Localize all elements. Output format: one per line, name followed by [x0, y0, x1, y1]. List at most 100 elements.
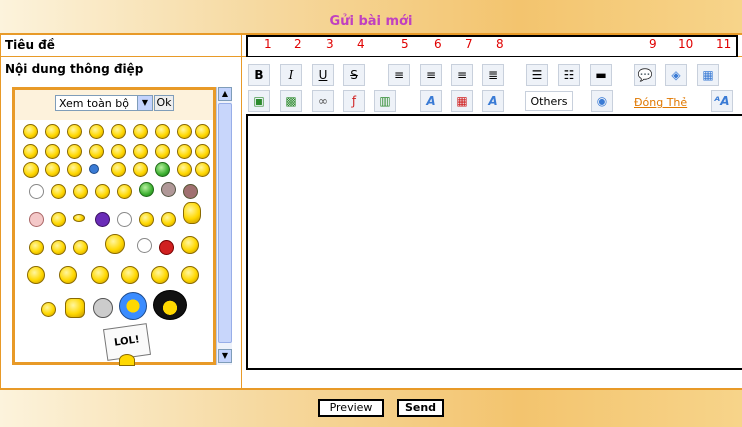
- others-button[interactable]: Others: [525, 91, 573, 111]
- smiley-icon[interactable]: [51, 212, 66, 227]
- table-button[interactable]: ▦: [697, 64, 719, 86]
- smiley-icon[interactable]: [155, 124, 170, 139]
- align-center-button[interactable]: ≡: [420, 64, 442, 86]
- pig-icon[interactable]: [29, 212, 44, 227]
- smiley-icon[interactable]: [117, 184, 132, 199]
- book-icon[interactable]: [65, 298, 85, 318]
- smiley-icon[interactable]: [155, 144, 170, 159]
- justify-button[interactable]: ≣: [482, 64, 504, 86]
- font-size-button[interactable]: A: [482, 90, 504, 112]
- send-button[interactable]: Send: [397, 399, 444, 417]
- italic-button[interactable]: I: [280, 64, 302, 86]
- santa-icon[interactable]: [181, 236, 199, 254]
- numbered-list-button[interactable]: ☷: [558, 64, 580, 86]
- smiley-icon[interactable]: [67, 124, 82, 139]
- smiley-icon[interactable]: [23, 124, 38, 139]
- code-button[interactable]: ◈: [665, 64, 687, 86]
- smiley-icon[interactable]: [67, 162, 82, 177]
- smiley-icon[interactable]: [29, 240, 44, 255]
- star-icon[interactable]: [89, 164, 99, 174]
- bullet-list-button[interactable]: ☰: [526, 64, 548, 86]
- smiley-icon[interactable]: [111, 144, 126, 159]
- message-editor[interactable]: [246, 114, 742, 370]
- smiley-icon[interactable]: [95, 212, 110, 227]
- reindeer-icon[interactable]: [27, 266, 45, 284]
- smiley-icon[interactable]: [155, 162, 170, 177]
- preview-button[interactable]: Preview: [318, 399, 384, 417]
- close-tags-link[interactable]: Đóng Thẻ: [634, 96, 687, 109]
- smiley-icon[interactable]: [177, 144, 192, 159]
- smiley-icon[interactable]: [23, 144, 38, 159]
- align-right-button[interactable]: ≡: [451, 64, 473, 86]
- align-left-button[interactable]: ≡: [388, 64, 410, 86]
- smiley-icon[interactable]: [51, 240, 66, 255]
- smiley-icon[interactable]: [45, 162, 60, 177]
- smiley-icon[interactable]: [195, 124, 210, 139]
- smiley-icon[interactable]: [67, 144, 82, 159]
- help-button[interactable]: ◉: [591, 90, 613, 112]
- underline-button[interactable]: U: [312, 64, 334, 86]
- link-button[interactable]: ∞: [312, 90, 334, 112]
- smiley-icon[interactable]: [95, 184, 110, 199]
- smiley-icon[interactable]: [133, 124, 148, 139]
- smiley-ok-button[interactable]: Ok: [154, 95, 174, 111]
- lips-icon[interactable]: [73, 214, 85, 222]
- sun-icon[interactable]: [105, 234, 125, 254]
- horizontal-rule-button[interactable]: ▬: [590, 64, 612, 86]
- smiley-icon[interactable]: [119, 354, 135, 366]
- smiley-icon[interactable]: [195, 144, 210, 159]
- insert-picture-button[interactable]: ▩: [280, 90, 302, 112]
- sleepy-icon[interactable]: [73, 240, 88, 255]
- afro-icon[interactable]: [153, 290, 187, 320]
- smiley-icon[interactable]: [91, 266, 109, 284]
- remove-format-icon: ᴬA: [714, 94, 730, 108]
- smiley-icon[interactable]: [51, 184, 66, 199]
- smiley-icon[interactable]: [89, 124, 104, 139]
- strikethrough-button[interactable]: S: [343, 64, 365, 86]
- pharaoh-icon[interactable]: [59, 266, 77, 284]
- smiley-icon[interactable]: [195, 162, 210, 177]
- bunny-icon[interactable]: [137, 238, 152, 253]
- smiley-icon[interactable]: [139, 212, 154, 227]
- smiley-icon[interactable]: [177, 162, 192, 177]
- smiley-icon[interactable]: [111, 124, 126, 139]
- color-button[interactable]: ▦: [451, 90, 473, 112]
- smiley-icon[interactable]: [23, 162, 39, 178]
- smiley-scrollbar[interactable]: ▲ ▼: [216, 87, 232, 365]
- smiley-icon[interactable]: [89, 144, 104, 159]
- cat-icon[interactable]: [161, 182, 176, 197]
- smiley-icon[interactable]: [133, 144, 148, 159]
- image-button[interactable]: ▣: [248, 90, 270, 112]
- quote-button[interactable]: 💬: [634, 64, 656, 86]
- cherry-icon[interactable]: [159, 240, 174, 255]
- title-input[interactable]: [246, 35, 738, 58]
- flash-button[interactable]: ƒ: [343, 90, 365, 112]
- smiley-icon[interactable]: [161, 212, 176, 227]
- font-button[interactable]: A: [420, 90, 442, 112]
- remove-format-button[interactable]: ᴬA: [711, 90, 733, 112]
- jester-icon[interactable]: [151, 266, 169, 284]
- smiley-icon[interactable]: [45, 124, 60, 139]
- elephant-icon[interactable]: [93, 298, 113, 318]
- king-icon[interactable]: [121, 266, 139, 284]
- scroll-up-icon[interactable]: ▲: [218, 87, 232, 101]
- chevron-down-icon[interactable]: ▼: [137, 96, 152, 110]
- smiley-icon[interactable]: [45, 144, 60, 159]
- scroll-down-icon[interactable]: ▼: [218, 349, 232, 363]
- smiley-icon[interactable]: [183, 184, 198, 199]
- smiley-icon[interactable]: [177, 124, 192, 139]
- cheer-icon[interactable]: [183, 202, 201, 224]
- alien-icon[interactable]: [139, 182, 154, 197]
- bold-button[interactable]: B: [248, 64, 270, 86]
- smiley-category-select[interactable]: Xem toàn bộ ▼: [55, 95, 153, 111]
- smiley-icon[interactable]: [73, 184, 88, 199]
- smiley-icon[interactable]: [111, 162, 126, 177]
- smiley-icon[interactable]: [41, 302, 56, 317]
- flower-icon[interactable]: [119, 292, 147, 320]
- smiley-icon[interactable]: [29, 184, 44, 199]
- smiley-icon[interactable]: [181, 266, 199, 284]
- smiley-icon[interactable]: [117, 212, 132, 227]
- scroll-thumb[interactable]: [218, 103, 232, 343]
- heart-icon[interactable]: [133, 162, 148, 177]
- video-button[interactable]: ▥: [374, 90, 396, 112]
